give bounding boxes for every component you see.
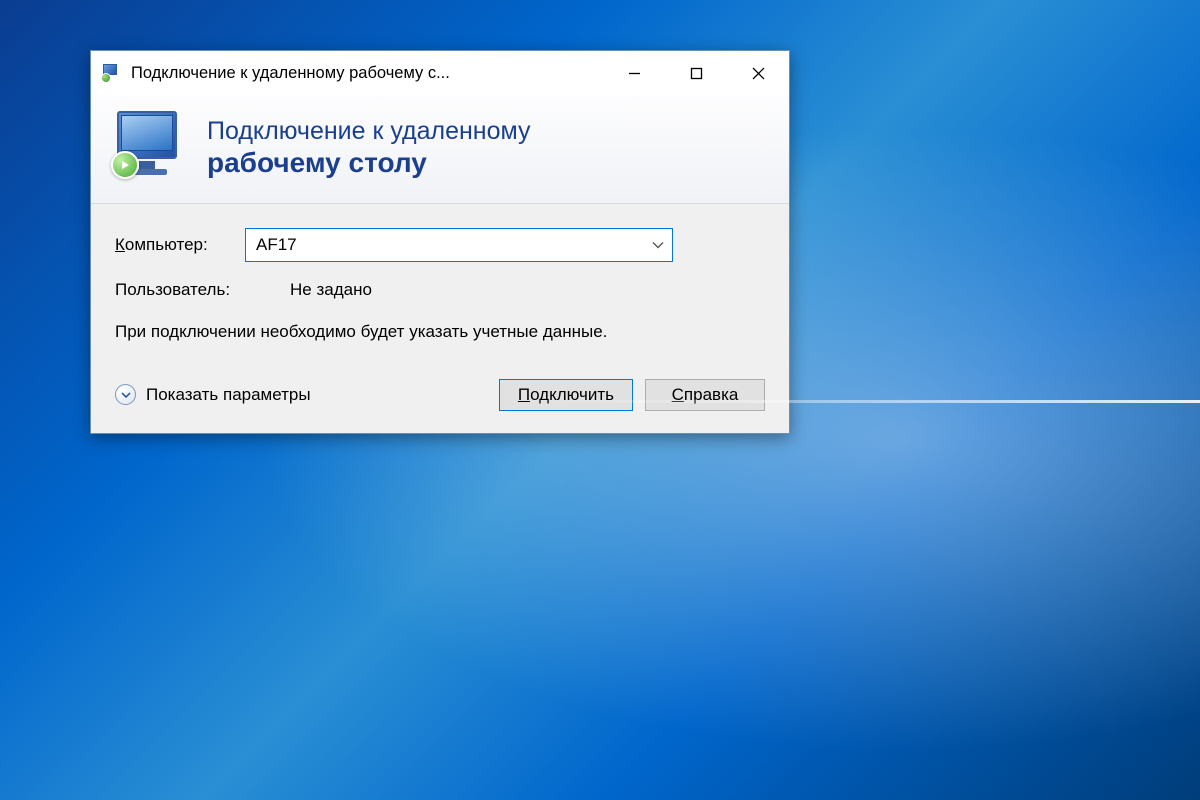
chevron-down-icon[interactable] [652, 239, 664, 251]
rdp-dialog: Подключение к удаленному рабочему с... П… [90, 50, 790, 434]
computer-label: Компьютер: [115, 235, 245, 255]
content-area: Компьютер: Пользователь: Не задано При п… [91, 204, 789, 379]
rdp-icon [111, 111, 189, 183]
close-icon [752, 67, 765, 80]
computer-row: Компьютер: [115, 228, 765, 262]
expand-down-icon [115, 384, 136, 405]
connect-button[interactable]: Подключить [499, 379, 633, 411]
header-panel: Подключение к удаленному рабочему столу [91, 95, 789, 204]
minimize-button[interactable] [603, 51, 665, 95]
header-text: Подключение к удаленному рабочему столу [207, 115, 531, 180]
computer-combobox[interactable] [245, 228, 673, 262]
header-line2: рабочему столу [207, 147, 531, 179]
window-title: Подключение к удаленному рабочему с... [131, 64, 603, 83]
user-value: Не задано [290, 280, 372, 300]
computer-input[interactable] [256, 235, 652, 255]
user-label: Пользователь: [115, 280, 290, 300]
footer: Показать параметры Подключить Справка [91, 379, 789, 433]
titlebar[interactable]: Подключение к удаленному рабочему с... [91, 51, 789, 95]
show-options-link[interactable]: Показать параметры [115, 384, 311, 405]
minimize-icon [628, 67, 641, 80]
app-icon [101, 63, 121, 83]
credentials-hint: При подключении необходимо будет указать… [115, 320, 645, 345]
help-button[interactable]: Справка [645, 379, 765, 411]
close-button[interactable] [727, 51, 789, 95]
user-row: Пользователь: Не задано [115, 280, 765, 300]
maximize-button[interactable] [665, 51, 727, 95]
header-line1: Подключение к удаленному [207, 115, 531, 148]
maximize-icon [690, 67, 703, 80]
